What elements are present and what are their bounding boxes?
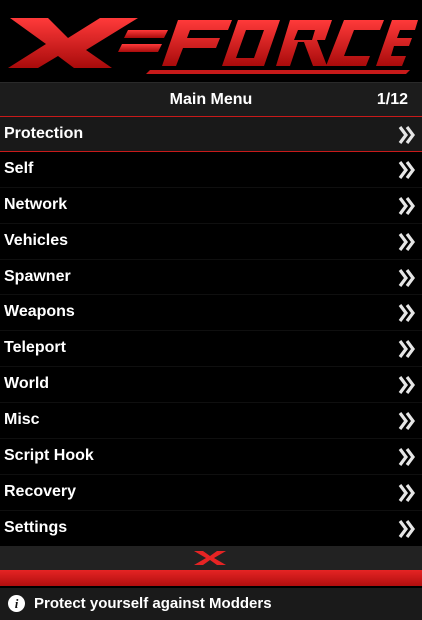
menu-item-label: Protection: [4, 125, 84, 142]
menu-header: Main Menu 1/12: [0, 82, 422, 117]
double-chevron-right-icon: [398, 196, 415, 215]
double-chevron-right-icon: [398, 412, 415, 431]
x-logo-icon: [194, 551, 226, 565]
main-menu-list: Protection Self Network Vehicles Spawner…: [0, 116, 422, 547]
double-chevron-right-icon: [398, 304, 415, 323]
menu-item-label: Recovery: [4, 482, 77, 500]
menu-item-settings[interactable]: Settings: [0, 511, 422, 547]
double-chevron-right-icon: [398, 160, 415, 179]
menu-item-misc[interactable]: Misc: [0, 403, 422, 440]
x-force-logo: [8, 18, 418, 74]
menu-item-recovery[interactable]: Recovery: [0, 475, 422, 511]
menu-item-label: Self: [4, 159, 34, 177]
double-chevron-right-icon: [398, 126, 415, 144]
menu-item-label: Misc: [4, 411, 40, 429]
menu-item-label: Weapons: [4, 303, 75, 321]
info-bar: i Protect yourself against Modders: [0, 588, 422, 620]
double-chevron-right-icon: [398, 519, 415, 538]
menu-item-weapons[interactable]: Weapons: [0, 295, 422, 332]
menu-banner: [0, 0, 422, 82]
menu-item-vehicles[interactable]: Vehicles: [0, 224, 422, 260]
menu-item-world[interactable]: World: [0, 367, 422, 404]
menu-item-label: Spawner: [4, 267, 71, 285]
double-chevron-right-icon: [398, 448, 415, 466]
double-chevron-right-icon: [398, 483, 415, 502]
menu-item-teleport[interactable]: Teleport: [0, 331, 422, 368]
menu-item-label: Teleport: [4, 339, 66, 357]
menu-item-label: Settings: [4, 518, 68, 536]
double-chevron-right-icon: [398, 340, 415, 359]
info-message: Protect yourself against Modders: [34, 595, 272, 612]
double-chevron-right-icon: [398, 268, 415, 287]
double-chevron-right-icon: [398, 376, 415, 395]
accent-bar: [0, 570, 422, 586]
menu-item-self[interactable]: Self: [0, 152, 422, 188]
double-chevron-right-icon: [398, 232, 415, 251]
menu-title: Main Menu: [169, 91, 253, 108]
menu-item-label: Script Hook: [4, 447, 94, 465]
menu-item-script-hook[interactable]: Script Hook: [0, 439, 422, 475]
menu-item-label: Network: [4, 195, 68, 213]
menu-item-network[interactable]: Network: [0, 188, 422, 224]
menu-footer: [0, 546, 422, 570]
menu-item-protection[interactable]: Protection: [0, 116, 422, 152]
info-icon: i: [8, 595, 25, 612]
menu-item-label: World: [4, 375, 50, 393]
menu-item-spawner[interactable]: Spawner: [0, 260, 422, 296]
menu-position-counter: 1/12: [376, 91, 408, 108]
menu-item-label: Vehicles: [4, 231, 69, 249]
